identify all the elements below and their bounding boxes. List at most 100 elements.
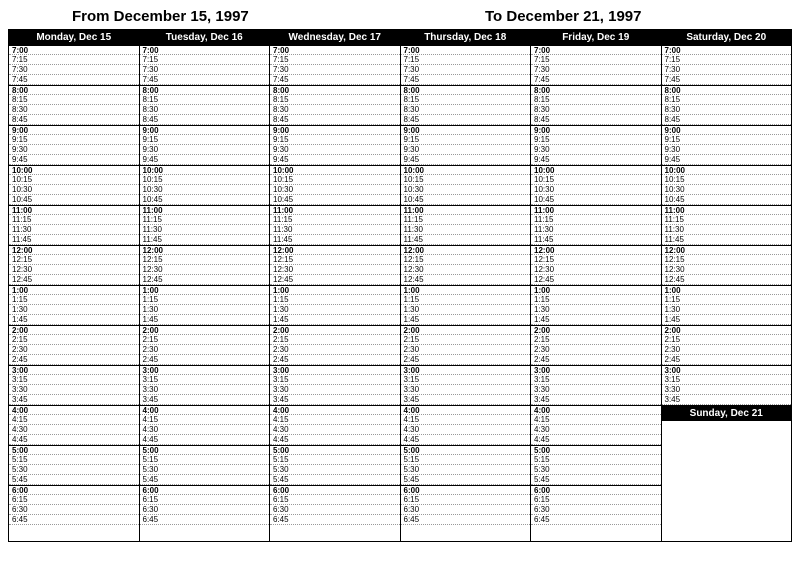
time-slot[interactable]: 5:15 (270, 455, 400, 465)
time-slot[interactable]: 11:45 (270, 235, 400, 245)
time-slot[interactable]: 11:30 (140, 225, 270, 235)
time-slot[interactable]: 12:15 (662, 255, 792, 265)
time-slot[interactable]: 9:30 (531, 145, 661, 155)
time-slot[interactable]: 11:00 (9, 205, 139, 215)
time-slot[interactable]: 8:00 (270, 85, 400, 95)
time-slot[interactable]: 8:30 (270, 105, 400, 115)
time-slot[interactable]: 2:00 (140, 325, 270, 335)
time-slot[interactable]: 5:45 (9, 475, 139, 485)
time-slot[interactable]: 12:00 (531, 245, 661, 255)
time-slot[interactable]: 11:00 (662, 205, 792, 215)
time-slot[interactable]: 10:30 (140, 185, 270, 195)
time-slot[interactable]: 10:00 (270, 165, 400, 175)
time-slot[interactable]: 7:15 (140, 55, 270, 65)
time-slot[interactable]: 6:45 (9, 515, 139, 525)
time-slot[interactable]: 7:15 (662, 55, 792, 65)
time-slot[interactable]: 1:15 (401, 295, 531, 305)
time-slot[interactable]: 1:15 (662, 295, 792, 305)
time-slot[interactable]: 11:30 (531, 225, 661, 235)
time-slot[interactable]: 5:00 (270, 445, 400, 455)
time-slot[interactable]: 3:15 (662, 375, 792, 385)
time-slot[interactable]: 10:45 (270, 195, 400, 205)
time-slot[interactable]: 3:00 (662, 365, 792, 375)
time-slot[interactable]: 2:45 (140, 355, 270, 365)
time-slot[interactable]: 4:45 (531, 435, 661, 445)
time-slot[interactable]: 10:45 (531, 195, 661, 205)
time-slot[interactable]: 12:15 (531, 255, 661, 265)
time-slot[interactable]: 2:15 (140, 335, 270, 345)
time-slot[interactable]: 2:30 (140, 345, 270, 355)
time-slot[interactable]: 7:00 (140, 45, 270, 55)
time-slot[interactable]: 1:00 (140, 285, 270, 295)
time-slot[interactable]: 12:00 (140, 245, 270, 255)
time-slot[interactable]: 1:00 (9, 285, 139, 295)
time-slot[interactable]: 5:15 (401, 455, 531, 465)
time-slot[interactable]: 5:45 (401, 475, 531, 485)
time-slot[interactable]: 10:00 (140, 165, 270, 175)
time-slot[interactable]: 8:15 (531, 95, 661, 105)
time-slot[interactable]: 11:15 (531, 215, 661, 225)
time-slot[interactable]: 11:45 (531, 235, 661, 245)
time-slot[interactable]: 8:00 (140, 85, 270, 95)
time-slot[interactable]: 9:00 (401, 125, 531, 135)
time-slot[interactable]: 2:00 (270, 325, 400, 335)
time-slot[interactable]: 5:15 (531, 455, 661, 465)
time-slot[interactable]: 3:30 (140, 385, 270, 395)
time-slot[interactable]: 6:00 (140, 485, 270, 495)
time-slot[interactable]: 6:00 (270, 485, 400, 495)
time-slot[interactable]: 8:45 (662, 115, 792, 125)
time-slot[interactable]: 4:15 (9, 415, 139, 425)
time-slot[interactable]: 6:15 (9, 495, 139, 505)
time-slot[interactable]: 9:30 (270, 145, 400, 155)
time-slot[interactable]: 8:45 (140, 115, 270, 125)
time-slot[interactable]: 2:45 (531, 355, 661, 365)
time-slot[interactable]: 10:30 (270, 185, 400, 195)
time-slot[interactable]: 3:00 (401, 365, 531, 375)
time-slot[interactable]: 10:45 (662, 195, 792, 205)
sunday-body[interactable] (662, 421, 792, 541)
time-slot[interactable]: 10:00 (531, 165, 661, 175)
time-slot[interactable]: 5:00 (401, 445, 531, 455)
time-slot[interactable]: 7:30 (662, 65, 792, 75)
time-slot[interactable]: 1:30 (140, 305, 270, 315)
time-slot[interactable]: 9:00 (9, 125, 139, 135)
time-slot[interactable]: 2:00 (531, 325, 661, 335)
time-slot[interactable]: 10:15 (270, 175, 400, 185)
time-slot[interactable]: 7:45 (270, 75, 400, 85)
time-slot[interactable]: 12:30 (662, 265, 792, 275)
time-slot[interactable]: 10:30 (9, 185, 139, 195)
time-slot[interactable]: 5:45 (270, 475, 400, 485)
time-slot[interactable]: 4:30 (401, 425, 531, 435)
time-slot[interactable]: 9:15 (662, 135, 792, 145)
time-slot[interactable]: 9:30 (9, 145, 139, 155)
time-slot[interactable]: 11:15 (9, 215, 139, 225)
time-slot[interactable]: 4:15 (401, 415, 531, 425)
time-slot[interactable]: 7:30 (270, 65, 400, 75)
time-slot[interactable]: 3:30 (270, 385, 400, 395)
time-slot[interactable]: 1:30 (270, 305, 400, 315)
time-slot[interactable]: 9:00 (270, 125, 400, 135)
time-slot[interactable]: 8:45 (531, 115, 661, 125)
time-slot[interactable]: 2:30 (270, 345, 400, 355)
time-slot[interactable]: 3:30 (9, 385, 139, 395)
time-slot[interactable]: 12:45 (9, 275, 139, 285)
time-slot[interactable]: 12:45 (531, 275, 661, 285)
time-slot[interactable]: 7:45 (662, 75, 792, 85)
time-slot[interactable]: 9:30 (401, 145, 531, 155)
time-slot[interactable]: 8:30 (531, 105, 661, 115)
time-slot[interactable]: 4:30 (9, 425, 139, 435)
time-slot[interactable]: 7:00 (9, 45, 139, 55)
time-slot[interactable]: 9:00 (531, 125, 661, 135)
time-slot[interactable]: 3:45 (270, 395, 400, 405)
time-slot[interactable]: 1:45 (140, 315, 270, 325)
time-slot[interactable]: 9:45 (401, 155, 531, 165)
time-slot[interactable]: 5:30 (270, 465, 400, 475)
time-slot[interactable]: 10:30 (662, 185, 792, 195)
time-slot[interactable]: 8:15 (9, 95, 139, 105)
time-slot[interactable]: 10:30 (401, 185, 531, 195)
time-slot[interactable]: 8:30 (401, 105, 531, 115)
time-slot[interactable]: 8:00 (401, 85, 531, 95)
time-slot[interactable]: 6:45 (531, 515, 661, 525)
time-slot[interactable]: 3:45 (140, 395, 270, 405)
time-slot[interactable]: 2:30 (9, 345, 139, 355)
